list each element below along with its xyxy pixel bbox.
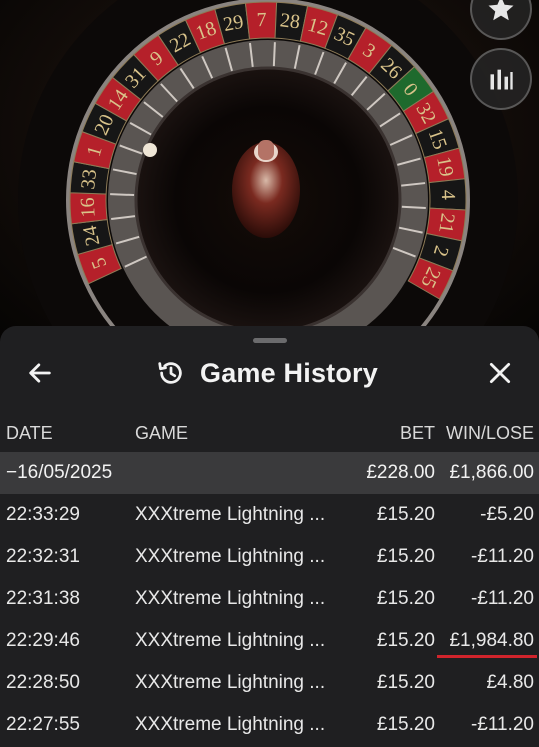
highlight-underline: [437, 655, 537, 658]
table-row[interactable]: 22:33:29 XXXtreme Lightning ... £15.20 -…: [0, 494, 539, 536]
column-header-bet[interactable]: BET: [400, 414, 435, 452]
wheel-number: 24: [79, 224, 105, 248]
row-bet: £15.20: [376, 588, 435, 609]
row-time: 22:29:46: [6, 630, 80, 651]
statistics-button[interactable]: [470, 48, 532, 110]
wheel-number: 16: [77, 197, 100, 218]
history-table: DATE GAME BET WIN/LOSE −16/05/2025 £228.…: [0, 414, 539, 746]
page-title: Game History: [200, 357, 378, 388]
table-row[interactable]: 22:27:55 XXXtreme Lightning ... £15.20 -…: [0, 704, 539, 746]
star-icon: [488, 0, 514, 21]
row-bet: £15.20: [376, 714, 435, 735]
row-win-lose: £4.80: [486, 672, 534, 693]
table-row[interactable]: 22:28:50 XXXtreme Lightning ... £15.20 £…: [0, 662, 539, 704]
table-row[interactable]: 22:31:38 XXXtreme Lightning ... £15.20 -…: [0, 578, 539, 620]
wheel-number: 28: [279, 9, 302, 33]
row-time: 22:32:31: [6, 546, 80, 567]
row-game: XXXtreme Lightning ...: [135, 504, 326, 525]
wheel-number: 4: [437, 190, 459, 201]
history-icon: [156, 357, 188, 389]
row-game: XXXtreme Lightning ...: [135, 630, 326, 651]
wheel-number: 19: [432, 155, 457, 179]
roulette-wheel: 5241633120143192218 29 7 28 12 35 326032151942…: [18, 0, 518, 340]
column-header-date[interactable]: DATE: [6, 414, 53, 452]
drag-handle[interactable]: [253, 338, 287, 343]
wheel-number: 29: [222, 11, 246, 36]
day-date: −16/05/2025: [6, 462, 113, 483]
day-summary-row[interactable]: −16/05/2025 £228.00 £1,866.00: [0, 452, 539, 494]
table-row[interactable]: 22:32:31 XXXtreme Lightning ... £15.20 -…: [0, 536, 539, 578]
panel-title-group: Game History: [156, 354, 378, 392]
game-history-panel: Game History DATE GAME BET WIN/LOSE −16/…: [0, 326, 539, 747]
row-bet: £15.20: [376, 672, 435, 693]
column-header-win-lose[interactable]: WIN/LOSE: [446, 414, 534, 452]
row-time: 22:31:38: [6, 588, 80, 609]
bar-chart-icon: [490, 69, 513, 90]
pocket-divider: [272, 42, 276, 67]
row-bet: £15.20: [376, 546, 435, 567]
row-bet: £15.20: [376, 630, 435, 651]
row-bet: £15.20: [376, 504, 435, 525]
row-win-lose: -£11.20: [470, 588, 534, 609]
wheel-number: 21: [434, 212, 458, 235]
row-win-lose: -£11.20: [470, 714, 534, 735]
row-time: 22:28:50: [6, 672, 80, 693]
pocket-divider: [110, 193, 135, 197]
day-win-total: £1,866.00: [449, 462, 534, 483]
arrow-left-icon: [29, 363, 51, 383]
row-time: 22:27:55: [6, 714, 80, 735]
back-button[interactable]: [20, 356, 60, 390]
row-win-lose: -£11.20: [470, 546, 534, 567]
wheel-number: 33: [77, 168, 101, 190]
row-game: XXXtreme Lightning ...: [135, 588, 326, 609]
column-header-game[interactable]: GAME: [135, 414, 188, 452]
day-bet-total: £228.00: [366, 462, 435, 483]
row-time: 22:33:29: [6, 504, 80, 525]
pocket-divider: [401, 205, 426, 209]
row-game: XXXtreme Lightning ...: [135, 546, 326, 567]
panel-header: Game History: [0, 348, 539, 398]
close-icon: [489, 362, 511, 384]
wheel-number: 7: [256, 9, 267, 31]
row-game: XXXtreme Lightning ...: [135, 672, 326, 693]
row-game: XXXtreme Lightning ...: [135, 714, 326, 735]
close-button[interactable]: [480, 356, 520, 390]
row-win-lose: -£5.20: [480, 504, 534, 525]
table-header: DATE GAME BET WIN/LOSE: [0, 414, 539, 452]
roulette-video: 5 24 16 33 1 20 14 31 9 22 18 29 7 28 12 35 3 26 0 32 15 19 4 2…: [0, 0, 539, 340]
table-row[interactable]: 22:29:46 XXXtreme Lightning ... £15.20 £…: [0, 620, 539, 662]
